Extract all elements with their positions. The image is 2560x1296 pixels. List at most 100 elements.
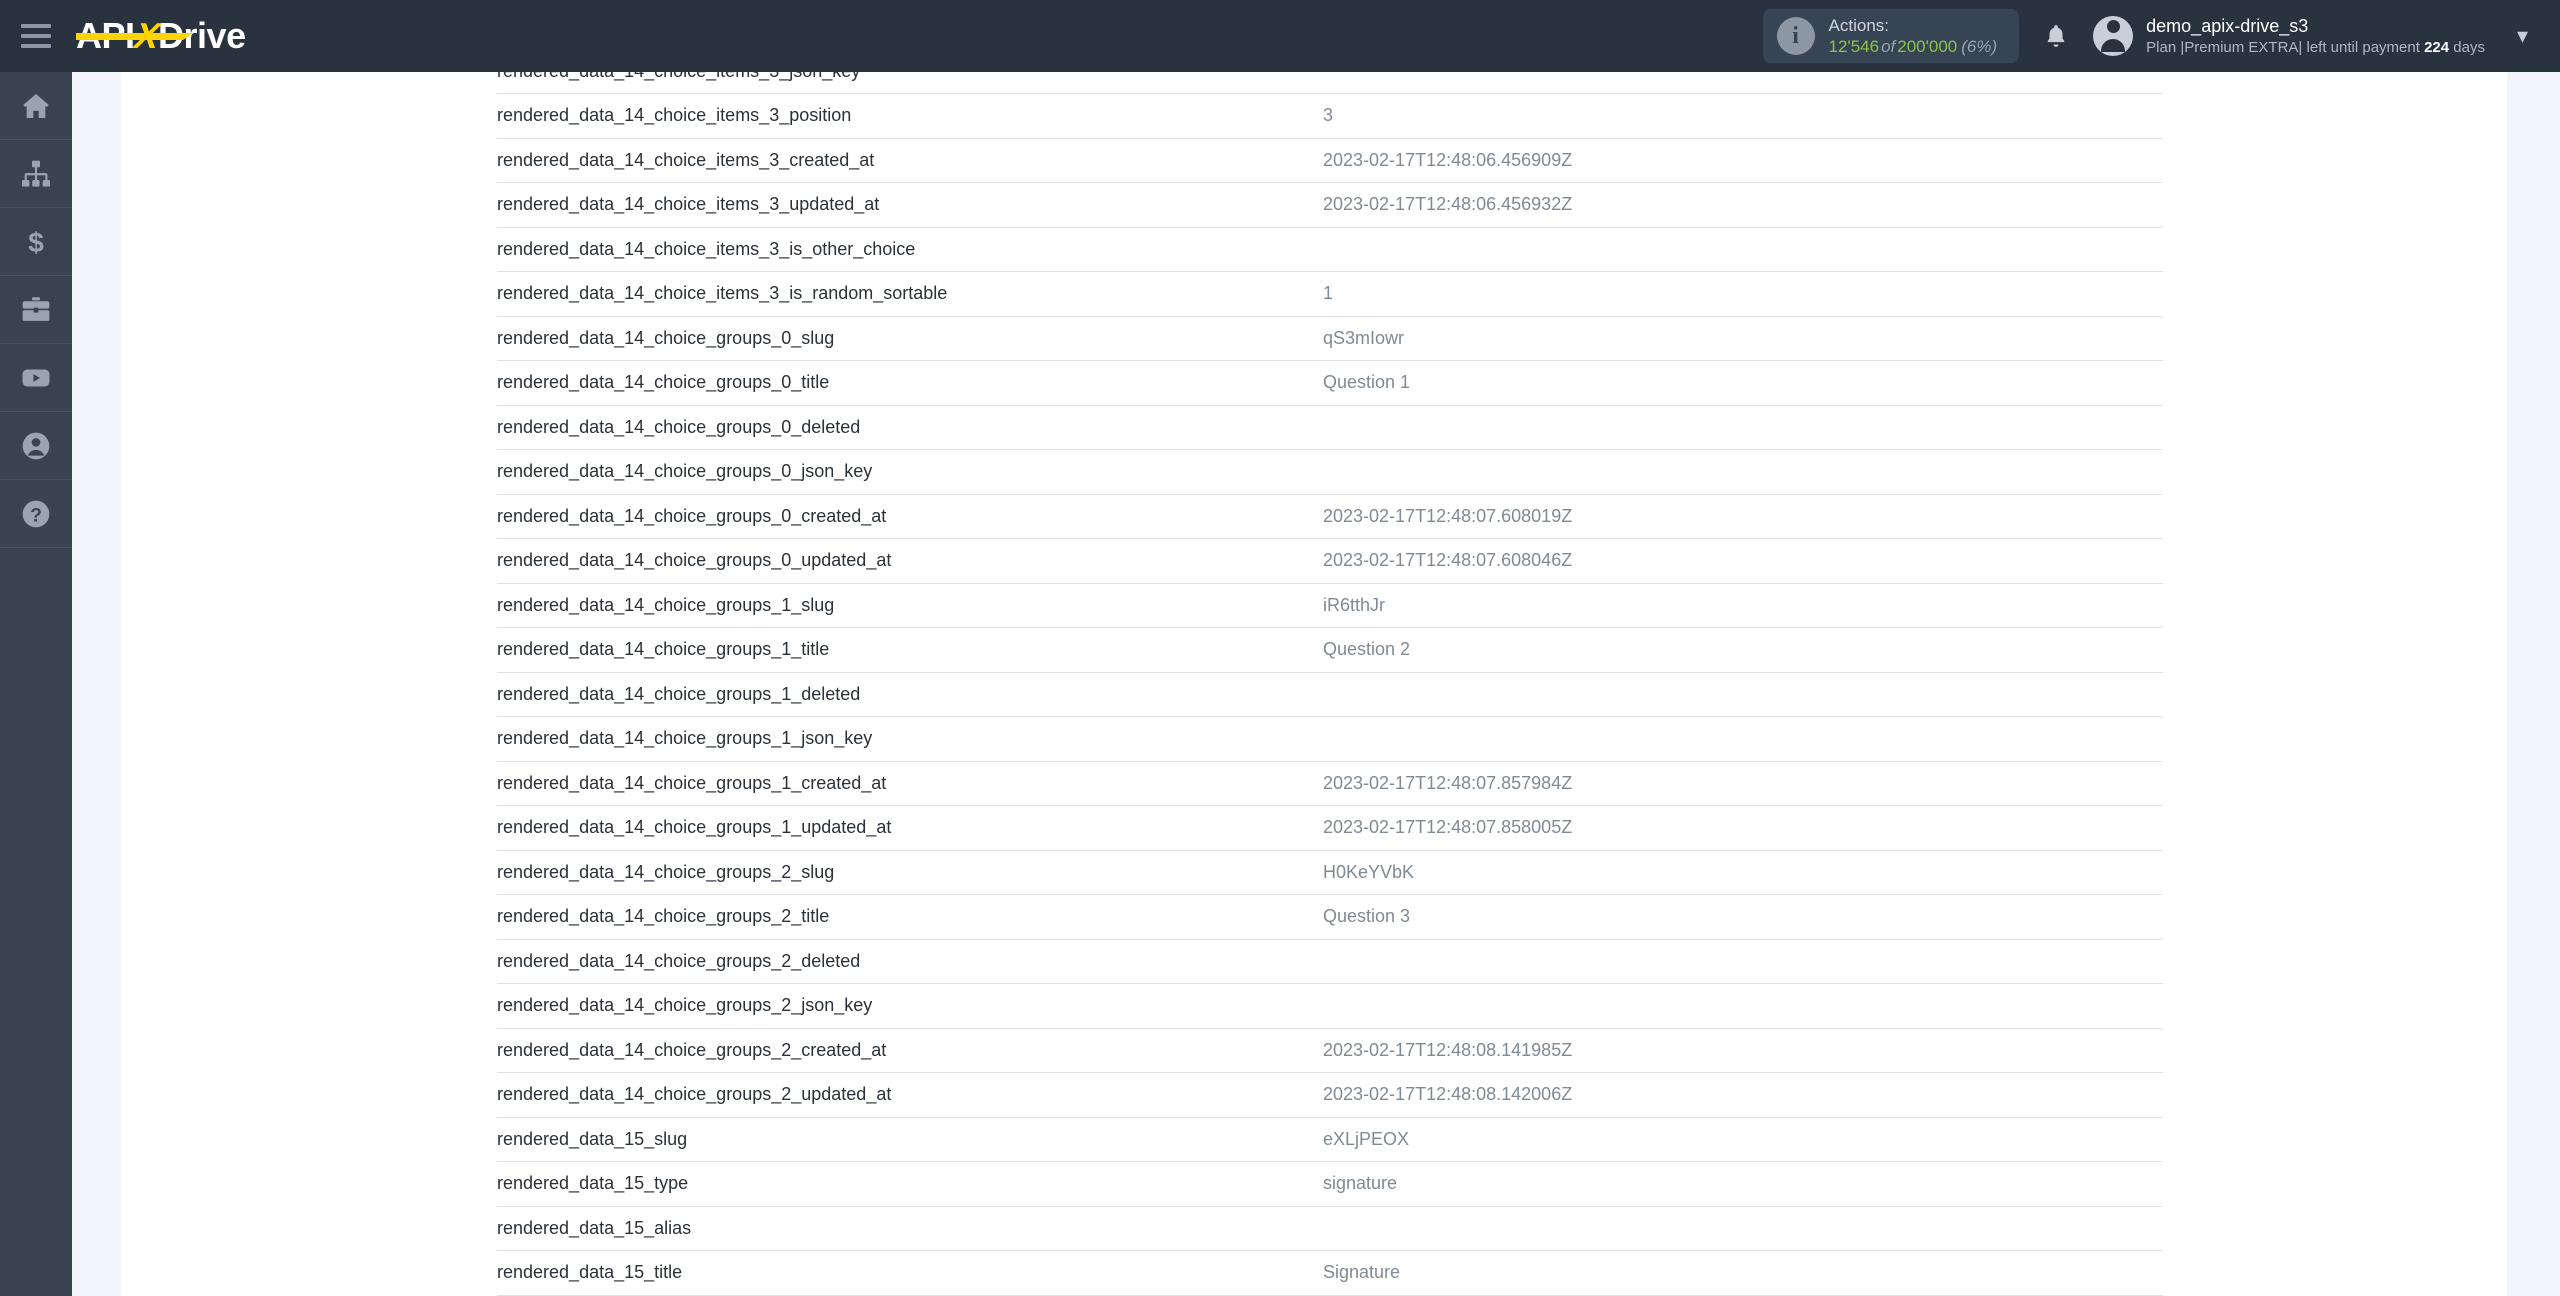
field-value: H0KeYVbK [1317, 850, 2163, 895]
question-circle-icon: ? [22, 500, 50, 527]
field-value: Question 1 [1317, 360, 2163, 406]
field-key: rendered_data_14_choice_items_3_json_key [497, 72, 1317, 94]
table-row[interactable]: rendered_data_14_choice_groups_0_created… [497, 494, 2163, 539]
actions-total: 200'000 [1897, 37, 1958, 56]
table-row[interactable]: rendered_data_15_title Signature [497, 1250, 2163, 1296]
chevron-down-icon[interactable]: ▾ [2517, 25, 2528, 47]
table-row[interactable]: rendered_data_14_choice_groups_1_created… [497, 761, 2163, 806]
table-row[interactable]: rendered_data_14_choice_groups_1_json_ke… [497, 716, 2163, 762]
field-value: 2023-02-17T12:48:06.456909Z [1317, 138, 2163, 183]
field-value [1317, 449, 2163, 495]
user-circle-icon [22, 432, 50, 459]
table-row[interactable]: rendered_data_14_choice_groups_0_deleted [497, 405, 2163, 450]
table-row[interactable]: rendered_data_14_choice_items_3_created_… [497, 138, 2163, 183]
table-row[interactable]: rendered_data_14_choice_items_3_updated_… [497, 182, 2163, 228]
table-row[interactable]: rendered_data_14_choice_items_3_json_key [497, 72, 2163, 94]
table-row[interactable]: rendered_data_14_choice_items_3_position… [497, 93, 2163, 139]
sidebar-item-business[interactable] [0, 276, 72, 344]
sitemap-icon [22, 160, 50, 187]
sidebar-item-billing[interactable]: $ [0, 208, 72, 276]
field-key: rendered_data_14_choice_groups_2_title [497, 894, 1317, 940]
app-logo[interactable]: APIXDrive [76, 0, 246, 72]
actions-label: Actions: [1828, 15, 1890, 35]
actions-percent: (6%) [1961, 37, 1998, 56]
field-value: qS3mIowr [1317, 316, 2163, 361]
field-value: 2023-02-17T12:48:07.857984Z [1317, 761, 2163, 806]
account-text: demo_apix-drive_s3 Plan |Premium EXTRA| … [2146, 15, 2485, 58]
table-row[interactable]: rendered_data_14_choice_groups_1_updated… [497, 805, 2163, 851]
page-body: rendered_data_14_choice_items_3_json_key… [72, 72, 2560, 1296]
field-key: rendered_data_15_type [497, 1161, 1317, 1207]
field-value: Question 3 [1317, 894, 2163, 940]
field-key: rendered_data_14_choice_groups_0_updated… [497, 538, 1317, 584]
field-key: rendered_data_14_choice_items_3_is_other… [497, 227, 1317, 272]
account-plan: Plan |Premium EXTRA| left until payment … [2146, 38, 2485, 58]
field-value: 2023-02-17T12:48:07.858005Z [1317, 805, 2163, 851]
avatar-body [2101, 39, 2126, 52]
table-row[interactable]: rendered_data_14_choice_groups_0_title Qu… [497, 360, 2163, 406]
hamburger-bar [21, 24, 51, 28]
account-menu[interactable]: demo_apix-drive_s3 Plan |Premium EXTRA| … [2093, 0, 2560, 72]
field-value: Question 2 [1317, 627, 2163, 673]
table-row[interactable]: rendered_data_14_choice_groups_2_created… [497, 1028, 2163, 1073]
table-row[interactable]: rendered_data_14_choice_groups_2_json_ke… [497, 983, 2163, 1029]
field-value [1317, 672, 2163, 717]
sidebar-item-help[interactable]: ? [0, 480, 72, 548]
sidebar-item-profile[interactable] [0, 412, 72, 480]
svg-text:?: ? [30, 505, 42, 526]
hamburger-menu-icon[interactable] [0, 0, 72, 72]
field-value: Signature [1317, 1250, 2163, 1296]
field-key: rendered_data_15_title [497, 1250, 1317, 1296]
actions-values: 12'546 of 200'000 (6%) [1829, 36, 1998, 57]
table-row[interactable]: rendered_data_14_choice_groups_2_title Qu… [497, 894, 2163, 940]
table-row[interactable]: rendered_data_14_choice_items_3_is_rando… [497, 271, 2163, 317]
field-value: 3 [1317, 93, 2163, 139]
logo-text: APIXDrive [76, 15, 246, 56]
plan-prefix: Plan |Premium EXTRA| left until payment [2146, 38, 2425, 56]
field-key: rendered_data_14_choice_groups_1_created… [497, 761, 1317, 806]
field-value [1317, 983, 2163, 1029]
table-row[interactable]: rendered_data_14_choice_items_3_is_other… [497, 227, 2163, 272]
avatar [2093, 16, 2134, 56]
field-key: rendered_data_14_choice_groups_1_updated… [497, 805, 1317, 851]
account-name: demo_apix-drive_s3 [2146, 15, 2309, 36]
home-icon [23, 93, 49, 118]
table-row[interactable]: rendered_data_14_choice_groups_1_deleted [497, 672, 2163, 717]
fields-table: rendered_data_14_choice_items_3_json_key… [497, 72, 2163, 1296]
table-row[interactable]: rendered_data_15_slug eXLjPEOX [497, 1117, 2163, 1162]
table-row[interactable]: rendered_data_15_type signature [497, 1161, 2163, 1207]
actions-quota-text: Actions: 12'546 of 200'000 (6%) [1829, 15, 1998, 58]
field-value [1317, 405, 2163, 450]
table-row[interactable]: rendered_data_14_choice_groups_0_updated… [497, 538, 2163, 584]
field-key: rendered_data_14_choice_groups_2_created… [497, 1028, 1317, 1073]
field-key: rendered_data_14_choice_groups_0_deleted [497, 405, 1317, 450]
table-row[interactable]: rendered_data_14_choice_groups_1_title Qu… [497, 627, 2163, 673]
field-key: rendered_data_14_choice_groups_1_title [497, 627, 1317, 673]
table-row[interactable]: rendered_data_15_alias [497, 1206, 2163, 1251]
field-key: rendered_data_15_slug [497, 1117, 1317, 1162]
table-row[interactable]: rendered_data_14_choice_groups_0_json_ke… [497, 449, 2163, 495]
field-key: rendered_data_14_choice_groups_0_created… [497, 494, 1317, 539]
field-key: rendered_data_14_choice_groups_1_json_ke… [497, 716, 1317, 762]
table-row[interactable]: rendered_data_14_choice_groups_0_slug qS3… [497, 316, 2163, 361]
bell-icon[interactable] [2019, 0, 2093, 72]
field-value: 2023-02-17T12:48:08.142006Z [1317, 1072, 2163, 1118]
dollar-icon: $ [28, 227, 44, 258]
field-value: 1 [1317, 271, 2163, 317]
field-key: rendered_data_14_choice_groups_0_json_ke… [497, 449, 1317, 495]
table-row[interactable]: rendered_data_14_choice_groups_2_updated… [497, 1072, 2163, 1118]
field-key: rendered_data_14_choice_groups_1_slug [497, 583, 1317, 628]
table-row[interactable]: rendered_data_14_choice_groups_2_slug H0K… [497, 850, 2163, 895]
sidebar-item-connections[interactable] [0, 140, 72, 208]
field-key: rendered_data_14_choice_groups_1_deleted [497, 672, 1317, 717]
youtube-play-icon [22, 369, 50, 386]
avatar-head [2106, 19, 2120, 33]
table-row[interactable]: rendered_data_14_choice_groups_1_slug iR6… [497, 583, 2163, 628]
table-row[interactable]: rendered_data_14_choice_groups_2_deleted [497, 939, 2163, 984]
actions-quota-badge[interactable]: i Actions: 12'546 of 200'000 (6%) [1762, 9, 2020, 63]
sidebar-item-home[interactable] [0, 72, 72, 140]
field-key: rendered_data_15_alias [497, 1206, 1317, 1251]
field-value: iR6tthJr [1317, 583, 2163, 628]
sidebar-item-videos[interactable] [0, 344, 72, 412]
field-value [1317, 1206, 2163, 1251]
